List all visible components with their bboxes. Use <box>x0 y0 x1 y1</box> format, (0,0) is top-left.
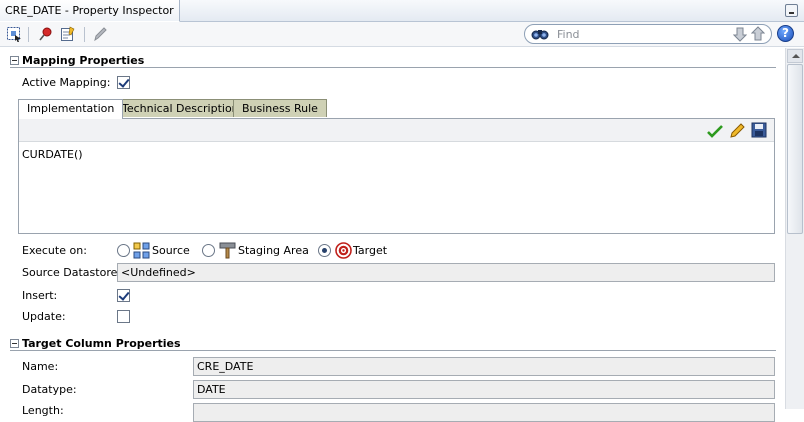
validate-check-icon[interactable] <box>707 123 723 139</box>
datatype-label: Datatype: <box>22 383 77 396</box>
find-next-arrow-icon[interactable] <box>733 27 747 42</box>
insert-checkbox[interactable] <box>117 289 130 302</box>
find-previous-arrow-icon[interactable] <box>751 26 765 41</box>
edit-expression-pencil-icon[interactable] <box>729 122 745 139</box>
toolbar-separator <box>28 27 29 42</box>
execute-on-label: Execute on: <box>22 244 87 257</box>
find-search-box[interactable] <box>524 24 772 44</box>
staging-area-option-label: Staging Area <box>238 244 309 257</box>
source-icon <box>133 242 150 259</box>
source-datastore-label: Source Datastore: <box>22 266 122 279</box>
save-icon[interactable] <box>751 122 767 138</box>
tab-label: Technical Description <box>122 102 239 115</box>
name-field: CRE_DATE <box>193 357 775 376</box>
toolbar-separator <box>84 27 85 42</box>
tab-business-rule[interactable]: Business Rule <box>233 99 327 117</box>
source-datastore-field: <Undefined> <box>117 263 775 282</box>
execute-on-source-radio[interactable] <box>117 244 130 257</box>
section-divider <box>10 350 776 351</box>
target-icon <box>335 242 352 259</box>
insert-label: Insert: <box>22 289 58 302</box>
update-label: Update: <box>22 310 66 323</box>
pin-icon[interactable] <box>38 26 54 42</box>
target-option-label: Target <box>353 244 388 257</box>
datatype-field: DATE <box>193 380 775 399</box>
panel-title: CRE_DATE - Property Inspector <box>5 4 174 17</box>
title-bar: CRE_DATE - Property Inspector <box>0 0 804 22</box>
pencil-icon[interactable] <box>92 26 108 42</box>
active-mapping-checkbox[interactable] <box>117 76 130 89</box>
expression-text[interactable]: CURDATE() <box>22 148 83 161</box>
execute-on-staging-area-radio[interactable] <box>202 244 215 257</box>
edit-properties-icon[interactable] <box>60 26 76 42</box>
length-field <box>193 403 775 422</box>
scroll-up-arrow[interactable] <box>787 49 803 63</box>
section-divider <box>10 67 776 68</box>
tab-technical-description[interactable]: Technical Description <box>113 99 248 117</box>
tab-label: Implementation <box>27 102 115 115</box>
panel-title-tab[interactable]: CRE_DATE - Property Inspector <box>0 0 180 22</box>
mapping-properties-heading: Mapping Properties <box>22 54 145 67</box>
minimize-button[interactable] <box>785 4 798 17</box>
scroll-thumb[interactable] <box>787 64 803 234</box>
target-column-properties-heading: Target Column Properties <box>22 337 181 350</box>
expression-editor[interactable]: CURDATE() <box>18 118 775 234</box>
update-checkbox[interactable] <box>117 310 130 323</box>
tab-label: Business Rule <box>242 102 318 115</box>
find-input[interactable] <box>555 27 725 42</box>
vertical-scrollbar[interactable] <box>785 48 804 409</box>
editor-toolbar <box>19 119 774 142</box>
select-element-icon[interactable] <box>6 26 22 42</box>
help-button[interactable]: ? <box>777 25 794 42</box>
source-option-label: Source <box>152 244 190 257</box>
binoculars-icon <box>531 30 549 40</box>
target-column-properties-collapse-toggle[interactable] <box>10 339 19 348</box>
execute-on-target-radio[interactable] <box>318 244 331 257</box>
name-label: Name: <box>22 360 59 373</box>
tab-implementation[interactable]: Implementation <box>18 99 124 119</box>
active-mapping-label: Active Mapping: <box>22 76 111 89</box>
staging-area-hammer-icon <box>219 242 236 259</box>
mapping-properties-collapse-toggle[interactable] <box>10 56 19 65</box>
length-label: Length: <box>22 404 64 417</box>
